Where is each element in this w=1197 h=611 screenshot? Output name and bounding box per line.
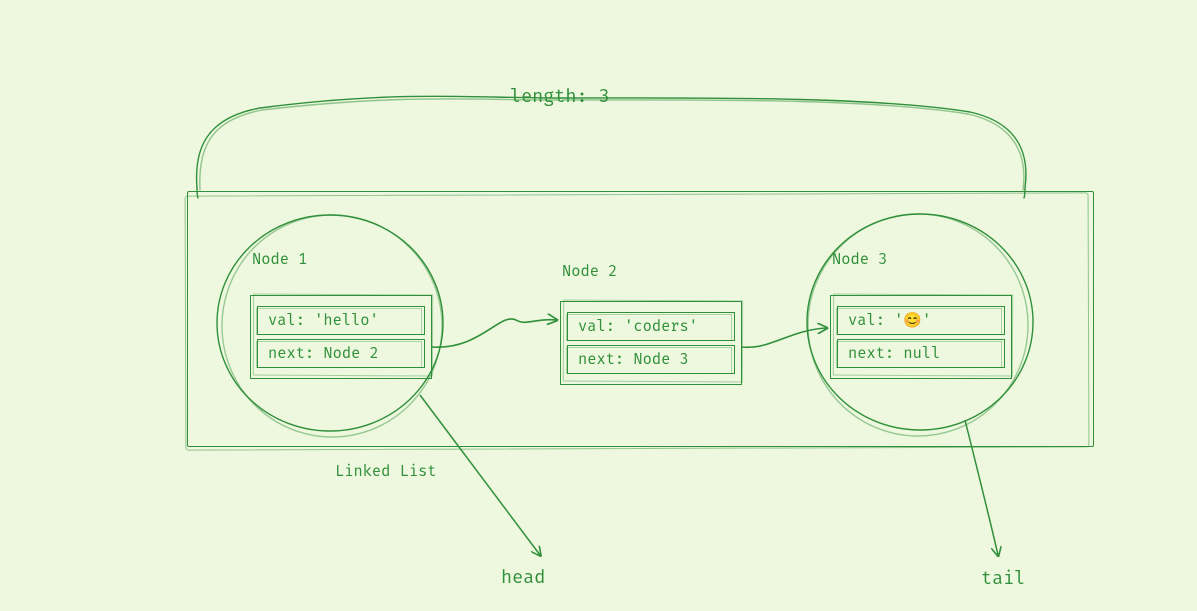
node-1: Node 1 val: 'hello' next: Node 2 [250, 250, 432, 379]
head-label: head [501, 566, 545, 589]
node-3-title: Node 3 [832, 250, 1012, 269]
node-2-val: val: 'coders' [567, 312, 735, 341]
node-3-next: next: null [837, 339, 1005, 368]
node-1-val: val: 'hello' [257, 306, 425, 335]
node-3-box: val: '😊' next: null [830, 295, 1012, 379]
length-brace [197, 96, 1026, 198]
node-1-box: val: 'hello' next: Node 2 [250, 295, 432, 379]
node-2-box: val: 'coders' next: Node 3 [560, 301, 742, 385]
node-2: Node 2 val: 'coders' next: Node 3 [560, 262, 742, 385]
length-label: length: 3 [510, 85, 610, 108]
node-3: Node 3 val: '😊' next: null [830, 250, 1012, 379]
node-1-next: next: Node 2 [257, 339, 425, 368]
node-2-next: next: Node 3 [567, 345, 735, 374]
container-caption: Linked List [335, 462, 437, 481]
tail-label: tail [981, 567, 1025, 590]
node-1-title: Node 1 [252, 250, 432, 269]
node-2-title: Node 2 [562, 262, 742, 281]
diagram-canvas: length: 3 Linked List head tail Node 1 v… [0, 0, 1197, 611]
node-3-val: val: '😊' [837, 306, 1005, 335]
